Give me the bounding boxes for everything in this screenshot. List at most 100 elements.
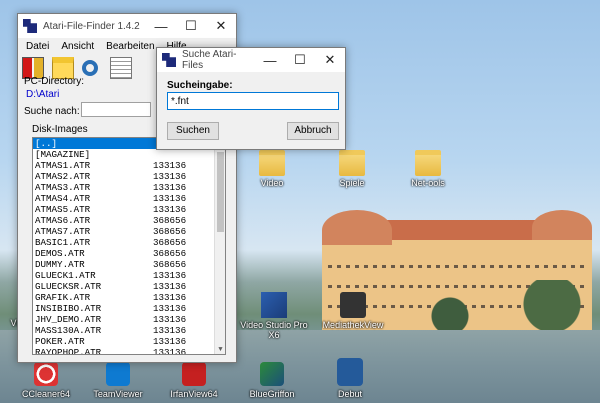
menu-datei[interactable]: Datei bbox=[20, 41, 55, 52]
desktop-icon-video[interactable]: Video bbox=[236, 150, 308, 188]
file-list-item[interactable]: GLUECKSR.ATR 133136 bbox=[33, 281, 225, 292]
file-name: ATMAS2.ATR bbox=[35, 171, 91, 182]
file-size: 133136 bbox=[153, 204, 187, 215]
disk-images-label: Disk-Images bbox=[32, 124, 88, 135]
dialog-minimize-button[interactable]: — bbox=[255, 53, 285, 68]
desktop-icon-spiele[interactable]: Spiele bbox=[316, 150, 388, 188]
file-list-item[interactable]: DUMMY.ATR 368656 bbox=[33, 259, 225, 270]
debut-icon bbox=[337, 358, 363, 386]
file-name: INSIBIBO.ATR bbox=[35, 303, 102, 314]
folder-icon bbox=[259, 150, 285, 176]
file-size: 368656 bbox=[153, 237, 187, 248]
search-dialog: Suche Atari-Files — ☐ ✕ Sucheingabe: *.f… bbox=[156, 47, 346, 150]
file-size: 133136 bbox=[153, 325, 187, 336]
bluegriffon-icon bbox=[260, 362, 284, 386]
file-list-item[interactable]: DEMOS.ATR 368656 bbox=[33, 248, 225, 259]
desktop-icon-net-ools[interactable]: Net-ools bbox=[392, 150, 464, 188]
search-icon[interactable] bbox=[82, 60, 98, 76]
file-size: 133136 bbox=[153, 193, 187, 204]
file-list-item[interactable]: BASIC1.ATR 368656 bbox=[33, 237, 225, 248]
desktop-icon-video-studio[interactable]: Video Studio Pro X6 bbox=[235, 292, 313, 340]
file-list-item[interactable]: JHV_DEMO.ATR 133136 bbox=[33, 314, 225, 325]
document-icon[interactable] bbox=[110, 57, 132, 79]
file-list-item[interactable]: ATMAS4.ATR 133136 bbox=[33, 193, 225, 204]
desktop-icon-debut[interactable]: Debut bbox=[314, 358, 386, 399]
file-name: ATMAS4.ATR bbox=[35, 193, 91, 204]
file-size: 133136 bbox=[153, 182, 187, 193]
desktop-icon-ccleaner[interactable]: CCleaner64 bbox=[10, 362, 82, 399]
file-name: MASS130A.ATR bbox=[35, 325, 102, 336]
file-size: 133136 bbox=[153, 281, 187, 292]
file-name: GLUECK1.ATR bbox=[35, 270, 96, 281]
ccleaner-icon bbox=[34, 362, 58, 386]
file-name: ATMAS5.ATR bbox=[35, 204, 91, 215]
desktop-icon-bluegriffon[interactable]: BlueGriffon bbox=[236, 362, 308, 399]
file-list-item[interactable]: POKER.ATR 133136 bbox=[33, 336, 225, 347]
file-size: 133136 bbox=[153, 314, 187, 325]
file-name: ATMAS7.ATR bbox=[35, 226, 91, 237]
search-input-label: Sucheingabe: bbox=[167, 80, 233, 91]
menu-bearbeiten[interactable]: Bearbeiten bbox=[100, 41, 160, 52]
file-size: 133136 bbox=[153, 160, 187, 171]
file-size: 133136 bbox=[153, 292, 187, 303]
desktop-icon-mediathekview[interactable]: MediathekView bbox=[314, 292, 392, 330]
file-list-item[interactable]: ATMAS7.ATR 368656 bbox=[33, 226, 225, 237]
abbruch-button[interactable]: Abbruch bbox=[287, 122, 339, 140]
menu-ansicht[interactable]: Ansicht bbox=[55, 41, 100, 52]
irfanview-icon bbox=[182, 362, 206, 386]
list-scrollbar[interactable]: ▲ ▼ bbox=[214, 138, 225, 354]
file-list-item[interactable]: RAYOPHOP.ATR 133136 bbox=[33, 347, 225, 355]
file-name: GLUECKSR.ATR bbox=[35, 281, 102, 292]
desktop-icon-irfanview[interactable]: IrfanView64 bbox=[158, 362, 230, 399]
file-list-item[interactable]: GRAFIK.ATR 133136 bbox=[33, 292, 225, 303]
file-list-item[interactable]: [MAGAZINE] bbox=[33, 149, 225, 160]
app-logo-icon bbox=[23, 19, 37, 33]
dialog-logo-icon bbox=[162, 53, 176, 67]
search-input[interactable] bbox=[81, 102, 151, 117]
file-name: ATMAS3.ATR bbox=[35, 182, 91, 193]
file-list-item[interactable]: INSIBIBO.ATR 133136 bbox=[33, 303, 225, 314]
file-name: GRAFIK.ATR bbox=[35, 292, 91, 303]
file-name: BASIC1.ATR bbox=[35, 237, 91, 248]
scroll-thumb[interactable] bbox=[217, 152, 224, 232]
file-name: [MAGAZINE] bbox=[35, 149, 91, 160]
suchen-button[interactable]: Suchen bbox=[167, 122, 219, 140]
file-list-item[interactable]: ATMAS5.ATR 133136 bbox=[33, 204, 225, 215]
search-label: Suche nach: bbox=[24, 106, 80, 117]
dialog-title: Suche Atari-Files bbox=[182, 49, 237, 71]
file-size: 133136 bbox=[153, 347, 187, 355]
file-name: DEMOS.ATR bbox=[35, 248, 85, 259]
file-name: POKER.ATR bbox=[35, 336, 85, 347]
search-pattern-input[interactable]: *.fnt bbox=[167, 92, 339, 110]
scroll-down-icon[interactable]: ▼ bbox=[215, 346, 225, 354]
file-list-item[interactable]: GLUECK1.ATR 133136 bbox=[33, 270, 225, 281]
main-titlebar[interactable]: Atari-File-Finder 1.4.2 — ☐ ✕ bbox=[18, 14, 236, 38]
file-size: 368656 bbox=[153, 226, 187, 237]
dialog-close-button[interactable]: ✕ bbox=[315, 52, 345, 68]
file-list-item[interactable]: ATMAS2.ATR 133136 bbox=[33, 171, 225, 182]
desktop-icon-teamviewer[interactable]: TeamViewer bbox=[82, 362, 154, 399]
video-studio-icon bbox=[261, 292, 287, 318]
file-size: 133136 bbox=[153, 171, 187, 182]
pc-directory-label: PC-Directory: bbox=[24, 76, 85, 87]
file-size: 368656 bbox=[153, 215, 187, 226]
maximize-button[interactable]: ☐ bbox=[176, 18, 206, 34]
file-list-item[interactable]: MASS130A.ATR 133136 bbox=[33, 325, 225, 336]
minimize-button[interactable]: — bbox=[146, 19, 176, 34]
file-name: ATMAS1.ATR bbox=[35, 160, 91, 171]
close-button[interactable]: ✕ bbox=[206, 18, 236, 34]
main-window-title: Atari-File-Finder 1.4.2 bbox=[43, 20, 140, 32]
file-size: 133136 bbox=[153, 270, 187, 281]
file-name: DUMMY.ATR bbox=[35, 259, 85, 270]
dialog-titlebar[interactable]: Suche Atari-Files — ☐ ✕ bbox=[157, 48, 345, 72]
dialog-maximize-button[interactable]: ☐ bbox=[285, 52, 315, 68]
file-list-item[interactable]: ATMAS3.ATR 133136 bbox=[33, 182, 225, 193]
teamviewer-icon bbox=[106, 362, 130, 386]
folder-icon bbox=[339, 150, 365, 176]
file-size: 133136 bbox=[153, 303, 187, 314]
file-list-item[interactable]: ATMAS6.ATR 368656 bbox=[33, 215, 225, 226]
pc-directory-value[interactable]: D:\Atari bbox=[24, 89, 164, 101]
file-list-item[interactable]: ATMAS1.ATR 133136 bbox=[33, 160, 225, 171]
disk-images-list[interactable]: [..] [MAGAZINE] ATMAS1.ATR 133136 ATMAS2.ATR… bbox=[32, 137, 226, 355]
file-name: [..] bbox=[35, 138, 58, 149]
